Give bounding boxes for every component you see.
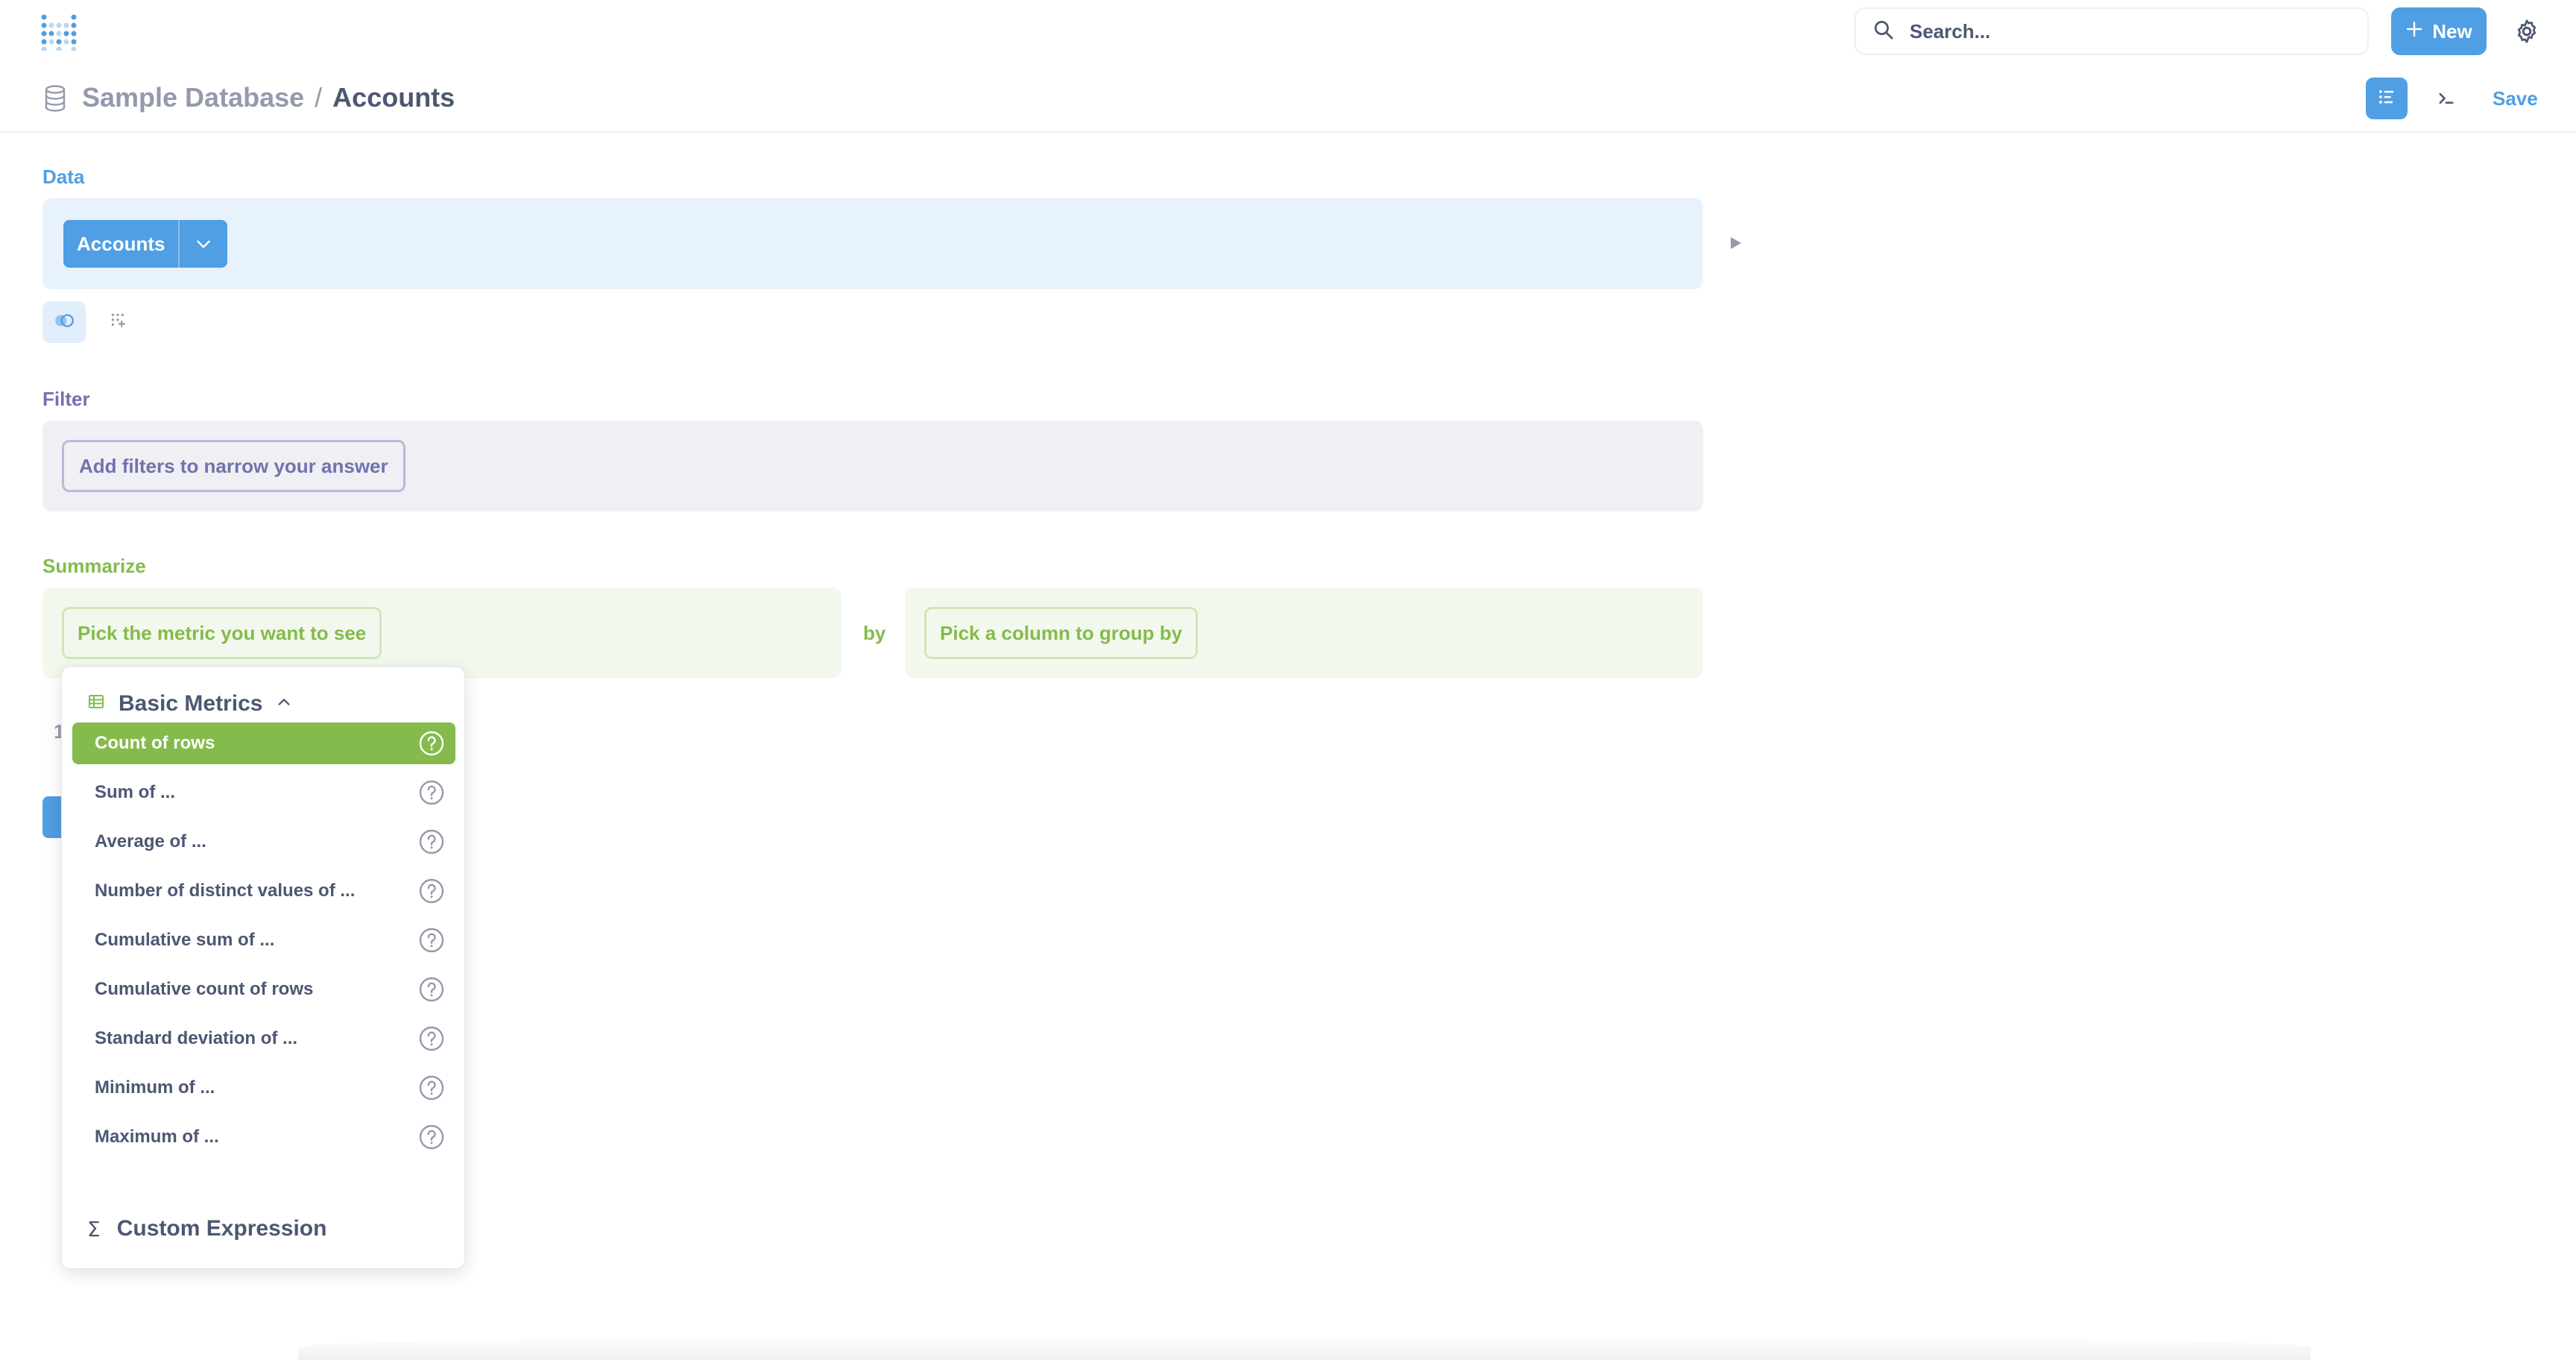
chevron-down-icon[interactable] bbox=[178, 220, 227, 268]
metric-option-label: Standard deviation of ... bbox=[95, 1028, 298, 1048]
custom-expression-item[interactable]: Σ Custom Expression bbox=[87, 1216, 326, 1241]
database-icon bbox=[43, 85, 67, 112]
question-circle-icon[interactable] bbox=[418, 878, 445, 904]
gear-icon[interactable] bbox=[2513, 18, 2540, 45]
pick-metric-button[interactable]: Pick the metric you want to see bbox=[62, 607, 382, 659]
metric-option-label: Cumulative count of rows bbox=[95, 979, 314, 999]
metric-option[interactable]: Standard deviation of ... bbox=[72, 1018, 455, 1060]
question-circle-icon[interactable] bbox=[418, 1074, 445, 1101]
join-icon bbox=[53, 312, 75, 333]
table-selector-label[interactable]: Accounts bbox=[63, 220, 178, 268]
metric-option-label: Maximum of ... bbox=[95, 1127, 219, 1147]
metric-picker-popover: Basic Metrics Count of rows Sum of ... Ave… bbox=[61, 667, 465, 1269]
question-circle-icon[interactable] bbox=[418, 927, 445, 954]
data-step-label: Data bbox=[42, 166, 85, 188]
metric-option-label: Average of ... bbox=[95, 831, 206, 851]
metric-option-label: Minimum of ... bbox=[95, 1077, 215, 1098]
filter-step-label: Filter bbox=[42, 388, 90, 410]
metric-option[interactable]: Cumulative count of rows bbox=[72, 969, 455, 1010]
notebook-icon bbox=[2376, 86, 2397, 111]
metric-option-label: Cumulative sum of ... bbox=[95, 930, 275, 950]
plus-icon bbox=[2405, 20, 2423, 43]
metric-option[interactable]: Maximum of ... bbox=[72, 1116, 455, 1158]
sql-editor-icon[interactable] bbox=[2425, 78, 2467, 119]
join-data-button[interactable] bbox=[42, 301, 86, 343]
basic-metrics-title: Basic Metrics bbox=[119, 691, 263, 716]
new-button[interactable]: New bbox=[2391, 7, 2487, 55]
data-step: Accounts bbox=[42, 198, 1703, 289]
metric-option-label: Count of rows bbox=[95, 733, 215, 753]
sigma-icon: Σ bbox=[87, 1216, 101, 1241]
group-by-connector: by bbox=[863, 622, 886, 644]
basic-metrics-header[interactable]: Basic Metrics bbox=[87, 691, 292, 717]
metabase-logo-icon[interactable] bbox=[40, 13, 78, 52]
question-circle-icon[interactable] bbox=[418, 779, 445, 806]
search-input[interactable] bbox=[1910, 19, 2327, 43]
top-nav: New bbox=[0, 0, 2576, 63]
question-circle-icon[interactable] bbox=[418, 828, 445, 855]
question-circle-icon[interactable] bbox=[418, 1124, 445, 1150]
filter-step: Add filters to narrow your answer bbox=[42, 421, 1703, 511]
breadcrumb-separator: / bbox=[315, 82, 323, 113]
summarize-groupby-area: Pick a column to group by bbox=[905, 588, 1703, 679]
query-header: Sample Database / Accounts Save bbox=[0, 63, 2576, 133]
question-circle-icon[interactable] bbox=[418, 730, 445, 757]
breadcrumb: Sample Database / Accounts bbox=[82, 82, 455, 113]
save-button[interactable]: Save bbox=[2493, 87, 2538, 110]
pick-groupby-button[interactable]: Pick a column to group by bbox=[924, 607, 1199, 659]
breadcrumb-table[interactable]: Accounts bbox=[332, 82, 455, 113]
question-circle-icon[interactable] bbox=[418, 976, 445, 1003]
question-circle-icon[interactable] bbox=[418, 1025, 445, 1052]
search-bar[interactable] bbox=[1854, 7, 2369, 55]
custom-expression-label: Custom Expression bbox=[116, 1216, 327, 1241]
metric-option[interactable]: Sum of ... bbox=[72, 772, 455, 813]
metric-option[interactable]: Cumulative sum of ... bbox=[72, 919, 455, 961]
metric-option-label: Sum of ... bbox=[95, 782, 175, 802]
notebook-toggle-button[interactable] bbox=[2366, 78, 2408, 119]
preview-play-icon[interactable] bbox=[1728, 234, 1744, 252]
chevron-up-icon[interactable] bbox=[276, 691, 292, 717]
metric-option[interactable]: Minimum of ... bbox=[72, 1067, 455, 1109]
add-filter-button[interactable]: Add filters to narrow your answer bbox=[62, 440, 405, 492]
metric-option[interactable]: Count of rows bbox=[72, 722, 455, 764]
summarize-step-label: Summarize bbox=[42, 555, 146, 577]
new-button-label: New bbox=[2432, 19, 2472, 42]
breadcrumb-database[interactable]: Sample Database bbox=[82, 82, 304, 113]
metric-option[interactable]: Number of distinct values of ... bbox=[72, 870, 455, 912]
table-icon bbox=[87, 691, 105, 717]
summarize-metrics-area: Pick the metric you want to see bbox=[42, 588, 842, 679]
table-selector[interactable]: Accounts bbox=[63, 220, 228, 268]
add-column-icon bbox=[109, 311, 128, 334]
custom-column-button[interactable] bbox=[97, 301, 140, 343]
metric-option[interactable]: Average of ... bbox=[72, 821, 455, 863]
metric-option-label: Number of distinct values of ... bbox=[95, 881, 356, 901]
bottom-drawer-shadow bbox=[298, 1335, 2311, 1360]
search-icon bbox=[1872, 19, 1895, 45]
